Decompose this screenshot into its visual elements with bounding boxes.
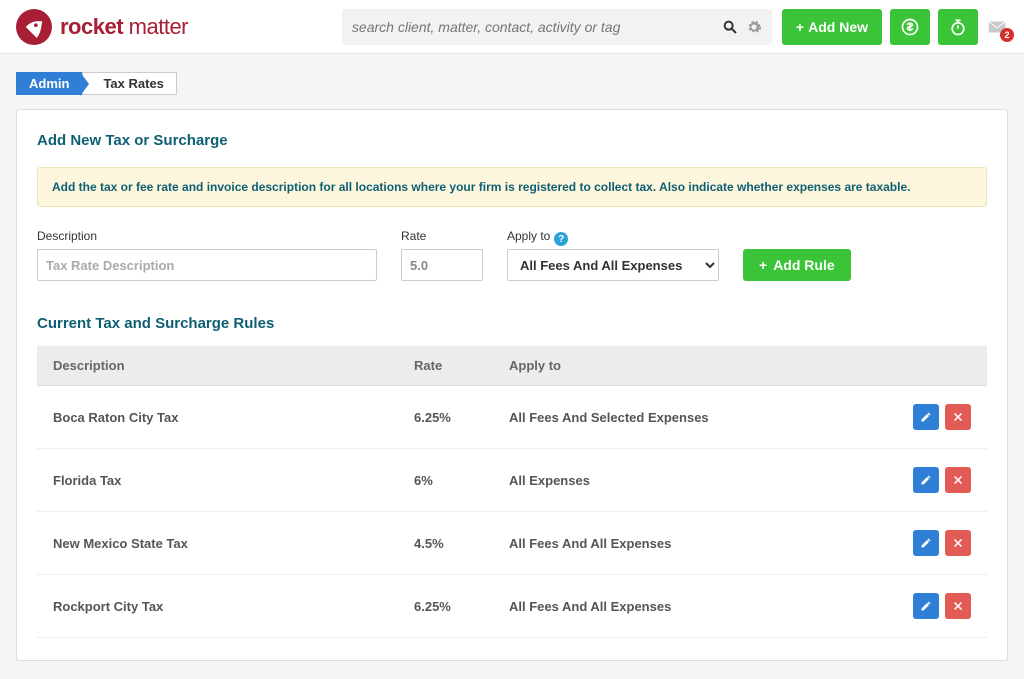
table-row: New Mexico State Tax4.5%All Fees And All… (37, 512, 987, 575)
gear-icon[interactable] (746, 19, 762, 35)
cell-rate: 4.5% (398, 512, 493, 575)
logo[interactable]: rocket matter (16, 9, 188, 45)
dollar-icon (900, 17, 920, 37)
rocket-icon (16, 9, 52, 45)
description-label: Description (37, 229, 377, 243)
table-row: Rockport City Tax6.25%All Fees And All E… (37, 575, 987, 638)
edit-button[interactable] (913, 530, 939, 556)
top-bar: rocket matter + Add New 2 (0, 0, 1024, 54)
timer-button[interactable] (938, 9, 978, 45)
cell-description: Rockport City Tax (37, 575, 398, 638)
edit-button[interactable] (913, 404, 939, 430)
brand-text: rocket matter (60, 14, 188, 40)
add-new-label: Add New (808, 19, 868, 35)
add-rule-button[interactable]: + Add Rule (743, 249, 851, 281)
table-row: Boca Raton City Tax6.25%All Fees And Sel… (37, 386, 987, 449)
cell-apply: All Fees And All Expenses (493, 512, 873, 575)
rate-input[interactable] (401, 249, 483, 281)
edit-button[interactable] (913, 593, 939, 619)
notifications-button[interactable]: 2 (986, 16, 1008, 38)
edit-button[interactable] (913, 467, 939, 493)
add-rule-label: Add Rule (773, 257, 834, 273)
help-icon[interactable]: ? (554, 232, 568, 246)
search-input[interactable] (352, 19, 722, 35)
rate-field: Rate (401, 229, 483, 281)
breadcrumb-current: Tax Rates (82, 72, 176, 95)
cell-apply: All Fees And All Expenses (493, 575, 873, 638)
col-header-rate: Rate (398, 346, 493, 386)
cell-description: New Mexico State Tax (37, 512, 398, 575)
help-box: Add the tax or fee rate and invoice desc… (37, 167, 987, 207)
plus-icon: + (796, 19, 804, 35)
table-row: Florida Tax6%All Expenses (37, 449, 987, 512)
rules-section-title: Current Tax and Surcharge Rules (37, 315, 987, 332)
col-header-description: Description (37, 346, 398, 386)
cell-rate: 6% (398, 449, 493, 512)
col-header-actions (873, 346, 987, 386)
breadcrumb: Admin Tax Rates (16, 72, 1008, 95)
breadcrumb-admin[interactable]: Admin (16, 72, 82, 95)
billing-button[interactable] (890, 9, 930, 45)
delete-button[interactable] (945, 404, 971, 430)
cell-apply: All Fees And Selected Expenses (493, 386, 873, 449)
cell-rate: 6.25% (398, 575, 493, 638)
cell-rate: 6.25% (398, 386, 493, 449)
delete-button[interactable] (945, 467, 971, 493)
description-field: Description (37, 229, 377, 281)
stopwatch-icon (948, 17, 968, 37)
cell-description: Florida Tax (37, 449, 398, 512)
description-input[interactable] (37, 249, 377, 281)
apply-to-select[interactable]: All Fees And All Expenses (507, 249, 719, 281)
cell-apply: All Expenses (493, 449, 873, 512)
form-row: Description Rate Apply to ? All Fees And… (37, 229, 987, 281)
rules-table: Description Rate Apply to Boca Raton Cit… (37, 346, 987, 638)
search-box[interactable] (342, 9, 772, 45)
delete-button[interactable] (945, 530, 971, 556)
plus-icon: + (759, 257, 767, 273)
main-panel: Add New Tax or Surcharge Add the tax or … (16, 109, 1008, 661)
search-icon[interactable] (722, 19, 738, 35)
notification-badge: 2 (1000, 28, 1014, 42)
add-new-button[interactable]: + Add New (782, 9, 882, 45)
rate-label: Rate (401, 229, 483, 243)
apply-to-label: Apply to (507, 229, 550, 243)
apply-to-field: Apply to ? All Fees And All Expenses (507, 229, 719, 281)
delete-button[interactable] (945, 593, 971, 619)
cell-description: Boca Raton City Tax (37, 386, 398, 449)
section-title: Add New Tax or Surcharge (37, 132, 987, 149)
col-header-apply: Apply to (493, 346, 873, 386)
